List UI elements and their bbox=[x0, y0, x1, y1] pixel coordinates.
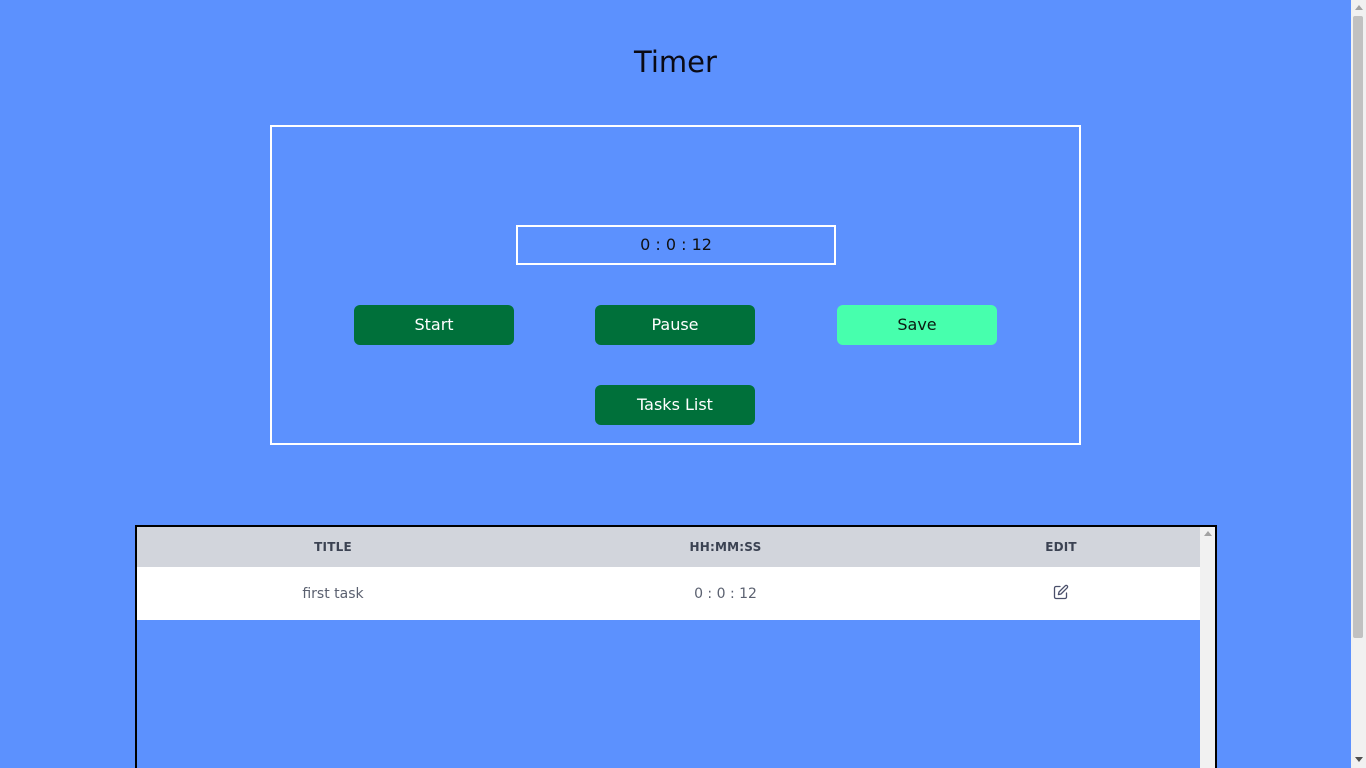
page-scroll-down-arrow-icon[interactable] bbox=[1355, 757, 1363, 762]
task-time: 0 : 0 : 12 bbox=[694, 585, 757, 602]
timer-display: 0 : 0 : 12 bbox=[516, 225, 836, 265]
tasks-table: TITLE HH:MM:SS EDIT first task 0 : 0 : 1… bbox=[135, 525, 1217, 768]
column-header-edit: EDIT bbox=[1045, 540, 1077, 554]
page-scroll-up-arrow-icon[interactable] bbox=[1355, 5, 1363, 10]
column-header-time: HH:MM:SS bbox=[689, 540, 762, 554]
page-scroll-thumb[interactable] bbox=[1353, 16, 1363, 638]
tasks-table-body: TITLE HH:MM:SS EDIT first task 0 : 0 : 1… bbox=[137, 527, 1200, 768]
start-button[interactable]: Start bbox=[354, 305, 514, 345]
page-scrollbar[interactable] bbox=[1351, 0, 1366, 768]
tasks-list-button[interactable]: Tasks List bbox=[595, 385, 755, 425]
edit-icon[interactable] bbox=[1053, 584, 1069, 600]
column-header-title: TITLE bbox=[314, 540, 352, 554]
page-title: Timer bbox=[634, 45, 717, 79]
scroll-up-arrow-icon[interactable] bbox=[1204, 531, 1212, 536]
page: Timer 0 : 0 : 12 Start Pause Save Tasks … bbox=[0, 0, 1366, 768]
save-button[interactable]: Save bbox=[837, 305, 997, 345]
task-title: first task bbox=[302, 585, 364, 602]
pause-button[interactable]: Pause bbox=[595, 305, 755, 345]
table-header: TITLE HH:MM:SS EDIT bbox=[137, 527, 1200, 567]
table-row: first task 0 : 0 : 12 bbox=[137, 567, 1200, 620]
table-scrollbar[interactable] bbox=[1200, 527, 1215, 768]
task-edit-cell bbox=[922, 584, 1200, 604]
